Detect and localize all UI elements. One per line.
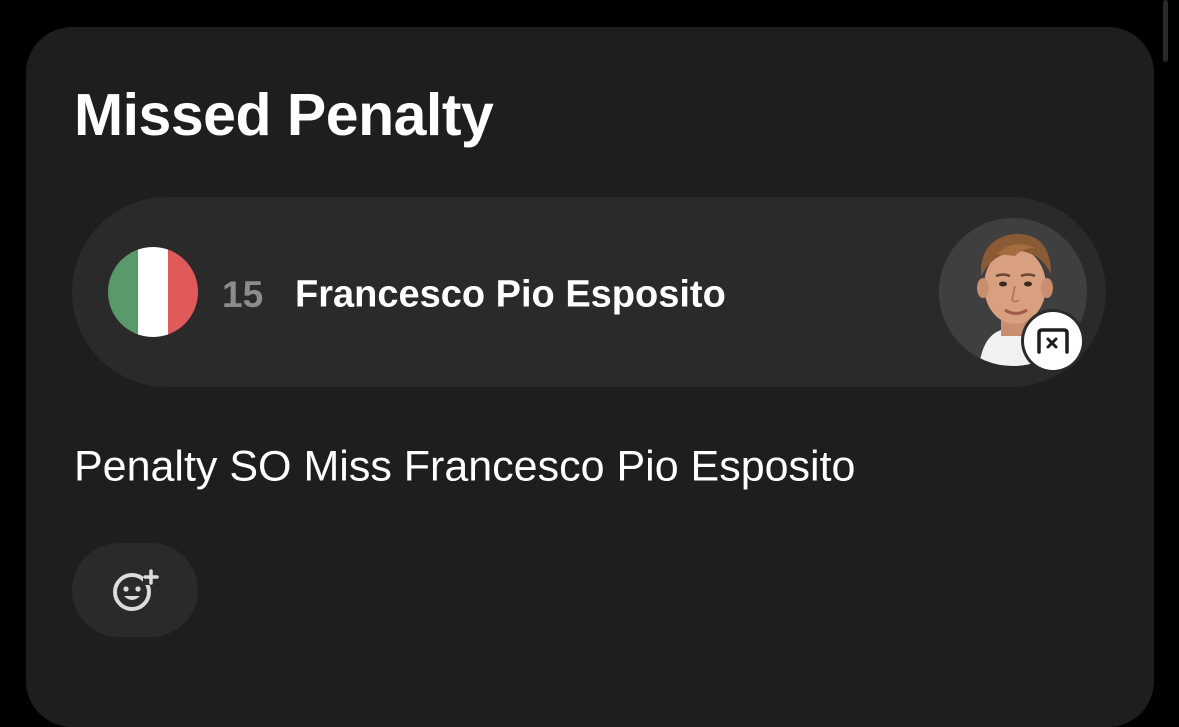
add-reaction-icon	[113, 569, 159, 611]
missed-goal-icon	[1024, 312, 1082, 370]
player-row[interactable]: 15 Francesco Pio Esposito	[72, 197, 1106, 387]
add-reaction-button[interactable]	[72, 543, 198, 637]
event-card: Missed Penalty 15 Francesco Pio Esposito	[26, 27, 1154, 727]
scroll-indicator	[1163, 0, 1168, 62]
player-name: Francesco Pio Esposito	[295, 273, 726, 316]
event-title: Missed Penalty	[74, 82, 494, 148]
event-description: Penalty SO Miss Francesco Pio Esposito	[74, 442, 856, 491]
player-number: 15	[222, 274, 264, 315]
italy-flag-icon	[108, 247, 198, 337]
